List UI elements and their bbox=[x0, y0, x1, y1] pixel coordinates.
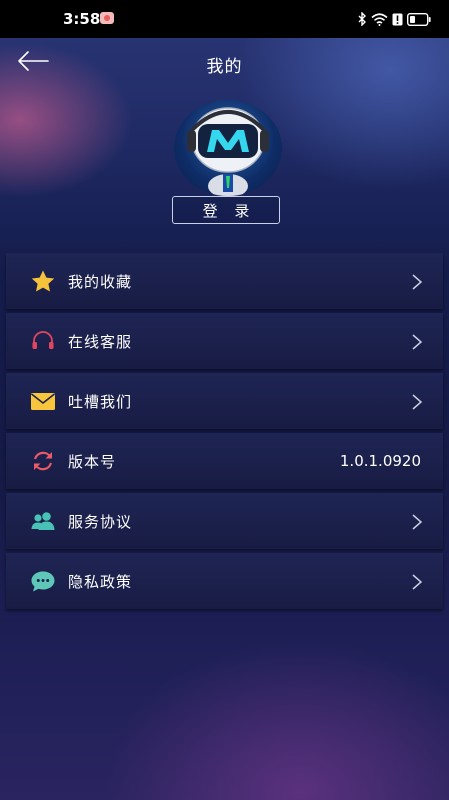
settings-menu: 我的收藏 在线客服 吐槽我们 版本号 1.0.1.0920 服务协议 隐私政策 bbox=[0, 253, 449, 613]
battery-icon bbox=[407, 12, 431, 26]
chat-bubble-icon bbox=[31, 571, 55, 592]
menu-item-service-agreement[interactable]: 服务协议 bbox=[6, 493, 443, 549]
refresh-icon bbox=[33, 451, 53, 471]
chevron-right-icon bbox=[412, 334, 423, 350]
status-bar: 3:58 bbox=[0, 0, 449, 38]
robot-mascot-icon bbox=[187, 107, 269, 196]
users-icon bbox=[31, 512, 55, 530]
notification-app-icon bbox=[100, 12, 114, 24]
wifi-icon bbox=[371, 12, 388, 26]
chevron-right-icon bbox=[412, 574, 423, 590]
menu-item-label: 在线客服 bbox=[68, 333, 133, 351]
mail-icon bbox=[31, 393, 55, 410]
menu-item-online-support[interactable]: 在线客服 bbox=[6, 313, 443, 369]
version-number: 1.0.1.0920 bbox=[339, 452, 421, 470]
bluetooth-icon bbox=[358, 12, 366, 26]
menu-item-feedback[interactable]: 吐槽我们 bbox=[6, 373, 443, 429]
page-title: 我的 bbox=[206, 57, 243, 77]
menu-item-label: 隐私政策 bbox=[68, 573, 133, 591]
alert-icon bbox=[392, 13, 403, 25]
avatar[interactable] bbox=[174, 100, 282, 196]
menu-item-label: 版本号 bbox=[68, 453, 117, 471]
menu-item-privacy-policy[interactable]: 隐私政策 bbox=[6, 553, 443, 609]
screen: 3:58 我的 登 录 我的收藏 在线客服 吐槽我们 版本号 1.0.1.092… bbox=[0, 0, 449, 800]
login-button[interactable]: 登 录 bbox=[172, 196, 280, 224]
chevron-right-icon bbox=[412, 274, 423, 290]
chevron-right-icon bbox=[412, 394, 423, 410]
menu-item-label: 服务协议 bbox=[68, 513, 133, 531]
status-time: 3:58 bbox=[63, 10, 101, 28]
chevron-right-icon bbox=[412, 514, 423, 530]
star-icon bbox=[31, 270, 55, 292]
menu-item-label: 我的收藏 bbox=[68, 273, 133, 291]
status-icons bbox=[358, 12, 431, 26]
menu-item-label: 吐槽我们 bbox=[68, 393, 133, 411]
menu-item-favorites[interactable]: 我的收藏 bbox=[6, 253, 443, 309]
menu-item-version: 版本号 1.0.1.0920 bbox=[6, 433, 443, 489]
headset-icon bbox=[32, 331, 54, 349]
